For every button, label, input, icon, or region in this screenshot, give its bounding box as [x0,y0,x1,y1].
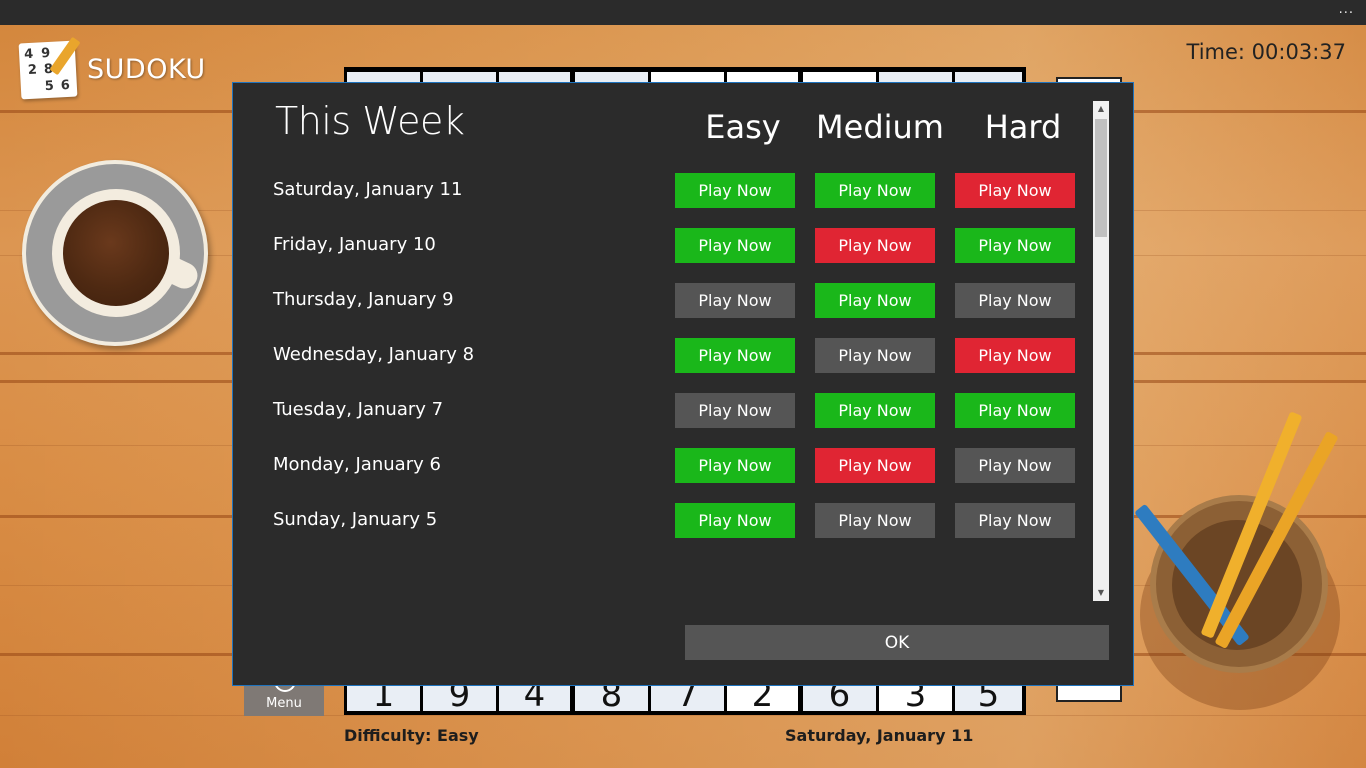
column-header-easy: Easy [705,108,781,146]
sudoku-cell[interactable]: 8 [575,685,648,711]
play-easy-button[interactable]: Play Now [675,393,795,428]
sudoku-cell[interactable] [499,72,570,82]
number-pad-bottom[interactable] [1056,684,1122,702]
day-label: Thursday, January 9 [273,289,454,310]
ok-button[interactable]: OK [685,625,1109,660]
sudoku-cell[interactable]: 7 [651,685,724,711]
this-week-dialog: This Week Easy Medium Hard Saturday, Jan… [232,82,1134,686]
puzzle-date-label: Saturday, January 11 [785,726,974,745]
sudoku-cell[interactable] [651,72,724,82]
difficulty-label: Difficulty: Easy [344,726,479,745]
coffee-decoration [63,200,169,306]
play-easy-button[interactable]: Play Now [675,338,795,373]
sudoku-cell[interactable] [423,72,496,82]
play-easy-button[interactable]: Play Now [675,283,795,318]
column-header-medium: Medium [816,108,944,146]
play-hard-button[interactable]: Play Now [955,338,1075,373]
play-medium-button[interactable]: Play Now [815,228,935,263]
play-medium-button[interactable]: Play Now [815,393,935,428]
play-hard-button[interactable]: Play Now [955,283,1075,318]
play-medium-button[interactable]: Play Now [815,448,935,483]
day-label: Monday, January 6 [273,454,441,475]
play-hard-button[interactable]: Play Now [955,173,1075,208]
app-title: SUDOKU [87,54,206,85]
play-easy-button[interactable]: Play Now [675,173,795,208]
sudoku-cell[interactable]: 1 [347,685,420,711]
play-hard-button[interactable]: Play Now [955,393,1075,428]
sudoku-cell[interactable]: 9 [423,685,496,711]
sudoku-cell[interactable] [347,72,420,82]
dialog-title: This Week [275,99,465,143]
scrollbar-thumb[interactable] [1095,119,1107,237]
sudoku-cell[interactable]: 4 [499,685,570,711]
sudoku-cell[interactable]: 2 [727,685,798,711]
day-label: Friday, January 10 [273,234,436,255]
play-medium-button[interactable]: Play Now [815,173,935,208]
day-label: Tuesday, January 7 [273,399,444,420]
sudoku-cell[interactable]: 5 [955,685,1022,711]
play-hard-button[interactable]: Play Now [955,448,1075,483]
menu-button[interactable]: Menu [244,670,324,716]
play-easy-button[interactable]: Play Now [675,503,795,538]
play-easy-button[interactable]: Play Now [675,448,795,483]
wood-grain [0,715,1366,716]
scroll-down-arrow-icon[interactable]: ▼ [1093,585,1109,601]
sudoku-cell[interactable] [803,72,876,82]
play-hard-button[interactable]: Play Now [955,228,1075,263]
sudoku-cell[interactable] [575,72,648,82]
sudoku-cell[interactable]: 3 [879,685,952,711]
window-titlebar: ... [0,0,1366,25]
more-options-icon[interactable]: ... [1339,2,1354,17]
play-hard-button[interactable]: Play Now [955,503,1075,538]
column-header-hard: Hard [984,108,1062,146]
sudoku-cell[interactable] [727,72,798,82]
play-medium-button[interactable]: Play Now [815,283,935,318]
play-medium-button[interactable]: Play Now [815,338,935,373]
play-medium-button[interactable]: Play Now [815,503,935,538]
scroll-up-arrow-icon[interactable]: ▲ [1093,101,1109,117]
sudoku-cell[interactable]: 6 [803,685,876,711]
play-easy-button[interactable]: Play Now [675,228,795,263]
sudoku-cell[interactable] [879,72,952,82]
day-label: Sunday, January 5 [273,509,438,530]
day-label: Wednesday, January 8 [273,344,475,365]
app-logo: 4 9 2 8 5 6 SUDOKU [18,36,220,100]
menu-label: Menu [266,696,302,711]
dialog-scrollbar[interactable]: ▲ ▼ [1093,101,1109,601]
sudoku-cell[interactable] [955,72,1022,82]
day-label: Saturday, January 11 [273,179,463,200]
game-timer: Time: 00:03:37 [1186,40,1346,64]
